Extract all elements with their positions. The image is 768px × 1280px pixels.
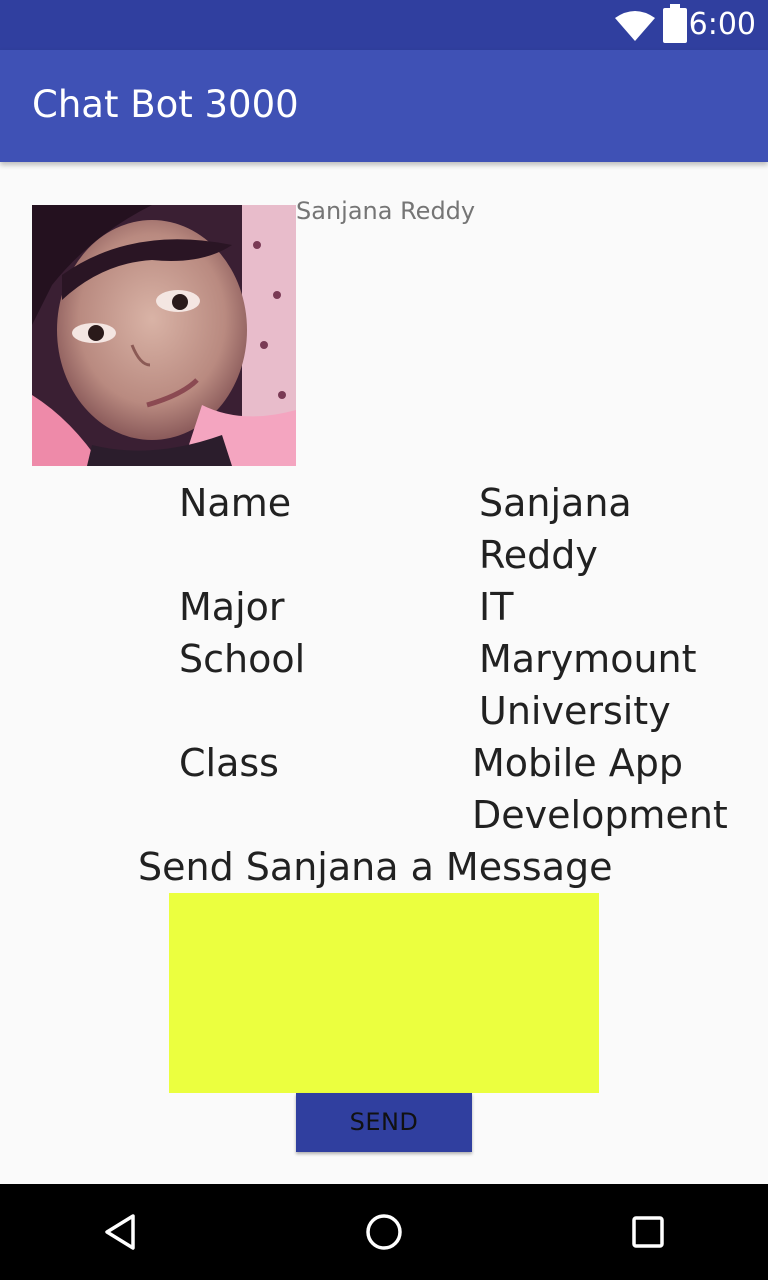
major-value: IT (479, 585, 514, 629)
name-label: Name (179, 481, 292, 525)
class-label: Class (179, 741, 279, 785)
school-value: Marymount University (479, 637, 697, 733)
wifi-icon (615, 11, 655, 41)
major-label: Major (179, 585, 285, 629)
status-time: 6:00 (688, 7, 756, 42)
app-bar: Chat Bot 3000 (0, 50, 768, 162)
battery-icon (663, 4, 687, 43)
navigation-bar (0, 1184, 768, 1280)
message-heading: Send Sanjana a Message (138, 845, 613, 889)
recents-button[interactable] (588, 1184, 708, 1280)
app-title: Chat Bot 3000 (32, 83, 299, 126)
recents-icon (632, 1216, 664, 1248)
home-button[interactable] (324, 1184, 444, 1280)
message-input[interactable] (169, 893, 599, 1093)
school-label: School (179, 637, 306, 681)
send-button[interactable]: SEND (296, 1093, 472, 1152)
status-bar: 6:00 (0, 0, 768, 50)
profile-photo-image (32, 205, 296, 466)
profile-photo (32, 205, 296, 466)
back-button[interactable] (60, 1184, 180, 1280)
profile-photo-caption: Sanjana Reddy (296, 197, 476, 225)
back-icon (105, 1214, 135, 1250)
name-value: Sanjana Reddy (479, 481, 632, 577)
class-value: Mobile App Development (472, 741, 728, 837)
home-icon (366, 1214, 402, 1250)
